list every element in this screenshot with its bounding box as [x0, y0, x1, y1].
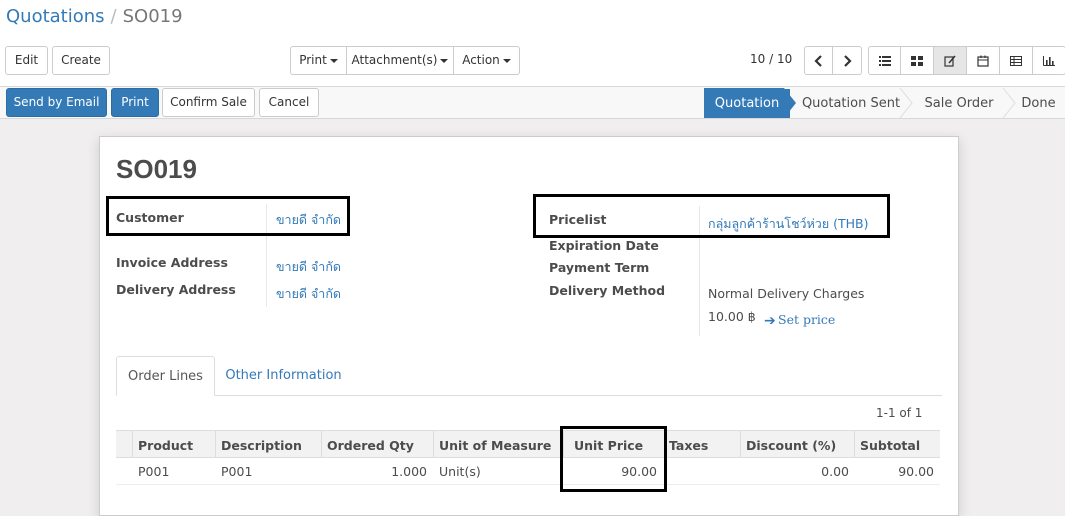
column-separator [215, 431, 216, 457]
column-header-taxes[interactable]: Taxes [669, 438, 708, 453]
caret-down-icon [440, 58, 449, 63]
column-separator [132, 431, 133, 457]
graph-view-button[interactable] [1033, 46, 1065, 75]
create-button[interactable]: Create [52, 46, 110, 75]
order-lines-pager[interactable]: 1-1 of 1 [876, 406, 922, 420]
set-price-button[interactable]: Set price [778, 312, 835, 327]
list-view-icon [878, 55, 891, 66]
pricelist-highlight-box [533, 194, 890, 238]
customer-highlight-box [106, 196, 350, 236]
cell-product[interactable]: P001 [138, 464, 169, 479]
cell-discount[interactable]: 0.00 [740, 464, 849, 479]
column-header-product[interactable]: Product [138, 438, 193, 453]
arrow-right-icon: ➔ [764, 313, 776, 329]
expiration-date-label: Expiration Date [549, 238, 659, 253]
sidebar-dropdowns: Print Attachment(s) Action [290, 46, 520, 75]
action-dropdown[interactable]: Action [454, 46, 520, 75]
cancel-button[interactable]: Cancel [259, 88, 319, 117]
pager-buttons [804, 46, 862, 75]
column-header-unit-of-measure[interactable]: Unit of Measure [439, 438, 551, 453]
status-stage-done[interactable]: Done [1016, 89, 1061, 118]
table-row[interactable] [116, 484, 940, 485]
view-switcher [868, 46, 1065, 75]
pivot-view-button[interactable] [1000, 46, 1033, 75]
confirm-sale-button[interactable]: Confirm Sale [162, 88, 255, 117]
attachments-dropdown[interactable]: Attachment(s) [347, 46, 454, 75]
print-dropdown[interactable]: Print [290, 46, 347, 75]
calendar-view-icon [977, 55, 989, 67]
graph-view-icon [1043, 55, 1055, 66]
action-dropdown-label: Action [462, 53, 500, 67]
edit-button[interactable]: Edit [5, 46, 48, 75]
cell-subtotal[interactable]: 90.00 [854, 464, 934, 479]
delivery-method-label: Delivery Method [549, 283, 666, 298]
status-stage-sale-order[interactable]: Sale Order [915, 89, 1003, 118]
column-separator [740, 431, 741, 457]
column-header-subtotal[interactable]: Subtotal [860, 438, 920, 453]
chevron-right-icon [844, 54, 852, 67]
caret-down-icon [329, 58, 338, 63]
payment-term-label: Payment Term [549, 260, 650, 275]
pager-value[interactable]: 10 / 10 [750, 52, 792, 66]
column-separator [433, 431, 434, 457]
kanban-view-button[interactable] [901, 46, 934, 75]
breadcrumb-quotations-link[interactable]: Quotations [6, 6, 105, 27]
status-stage-quotation-sent[interactable]: Quotation Sent [796, 89, 906, 118]
send-by-email-button[interactable]: Send by Email [6, 88, 107, 117]
delivery-method-field[interactable]: Normal Delivery Charges [708, 286, 864, 301]
breadcrumb-separator: / [110, 6, 117, 27]
breadcrumb-current: SO019 [122, 6, 183, 27]
column-header-discount[interactable]: Discount (%) [746, 438, 836, 453]
previous-record-button[interactable] [804, 46, 833, 75]
form-view-button[interactable] [934, 46, 967, 75]
delivery-price-value: 10.00 ฿ [708, 309, 756, 324]
print-button[interactable]: Print [111, 88, 159, 117]
cell-ordered-qty[interactable]: 1.000 [321, 464, 427, 479]
column-header-description[interactable]: Description [221, 438, 302, 453]
form-view-icon [944, 55, 956, 67]
chevron-left-icon [813, 54, 822, 67]
delivery-address-field[interactable]: ขายดี จำกัด [276, 284, 341, 304]
print-dropdown-label: Print [299, 53, 327, 67]
tab-other-information[interactable]: Other Information [219, 356, 348, 396]
tab-order-lines[interactable]: Order Lines [116, 356, 215, 396]
calendar-view-button[interactable] [967, 46, 1000, 75]
column-header-ordered-qty[interactable]: Ordered Qty [327, 438, 414, 453]
invoice-address-label: Invoice Address [116, 255, 228, 270]
column-separator [321, 431, 322, 457]
delivery-address-label: Delivery Address [116, 282, 236, 297]
attachments-dropdown-label: Attachment(s) [351, 53, 438, 67]
caret-down-icon [502, 58, 511, 63]
record-title: SO019 [116, 154, 197, 184]
kanban-view-icon [911, 55, 923, 66]
breadcrumb: Quotations / SO019 [6, 6, 183, 28]
list-view-button[interactable] [868, 46, 901, 75]
status-stage-quotation[interactable]: Quotation [704, 89, 790, 118]
unit-price-highlight-box [560, 426, 667, 492]
cell-description[interactable]: P001 [221, 464, 252, 479]
cell-unit-of-measure[interactable]: Unit(s) [439, 464, 481, 479]
pivot-view-icon [1010, 55, 1022, 66]
column-separator [854, 431, 855, 457]
invoice-address-field[interactable]: ขายดี จำกัด [276, 257, 341, 277]
next-record-button[interactable] [833, 46, 862, 75]
